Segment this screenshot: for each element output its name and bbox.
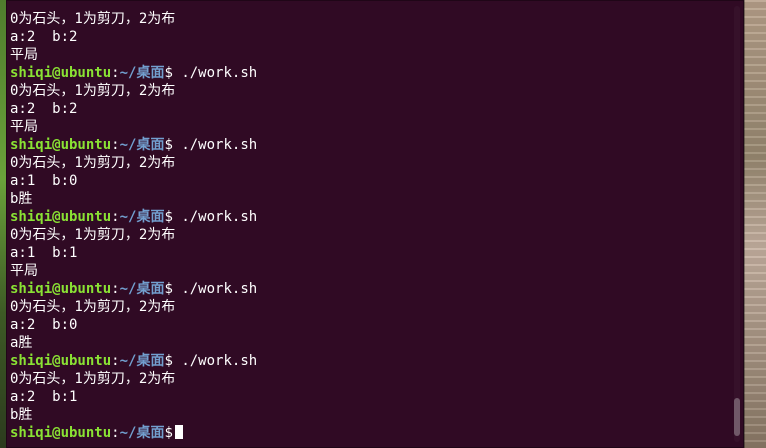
terminal-prompt-line: shiqi@ubuntu:~/桌面$ bbox=[10, 424, 730, 442]
terminal-output-text: a:2 b:0 bbox=[10, 317, 78, 333]
prompt-path: ~/桌面 bbox=[119, 281, 165, 297]
prompt-separator: : bbox=[111, 65, 120, 81]
terminal-scroll-thumb[interactable] bbox=[734, 398, 740, 436]
terminal-output-line: 平局 bbox=[10, 262, 730, 280]
terminal-output-text: 平局 bbox=[10, 263, 38, 279]
terminal-output-text: 0为石头，1为剪刀，2为布 bbox=[10, 83, 176, 99]
terminal-output-text: a:1 b:0 bbox=[10, 173, 78, 189]
prompt-dollar: $ bbox=[164, 65, 173, 81]
terminal-prompt-line: shiqi@ubuntu:~/桌面$ ./work.sh bbox=[10, 136, 730, 154]
terminal-output-text: 平局 bbox=[10, 47, 38, 63]
terminal-prompt-line: shiqi@ubuntu:~/桌面$ ./work.sh bbox=[10, 352, 730, 370]
terminal-output-line: a:2 b:2 bbox=[10, 28, 730, 46]
prompt-command: ./work.sh bbox=[172, 209, 258, 225]
terminal-output-line: a:1 b:1 bbox=[10, 244, 730, 262]
terminal-output-text: a:1 b:1 bbox=[10, 245, 78, 261]
prompt-path: ~/桌面 bbox=[119, 353, 165, 369]
prompt-path: ~/桌面 bbox=[119, 137, 165, 153]
prompt-command: ./work.sh bbox=[172, 281, 258, 297]
terminal-content[interactable]: 0为石头，1为剪刀，2为布 a:2 b:2 平局 shiqi@ubuntu:~/桌面$… bbox=[10, 10, 730, 448]
terminal-output-line: a:2 b:2 bbox=[10, 100, 730, 118]
terminal-output-text: a:2 b:2 bbox=[10, 101, 78, 117]
terminal-output-text: b胜 bbox=[10, 191, 33, 207]
prompt-dollar: $ bbox=[164, 353, 173, 369]
terminal-output-line: 0为石头，1为剪刀，2为布 bbox=[10, 154, 730, 172]
prompt-command: ./work.sh bbox=[172, 137, 258, 153]
terminal-prompt-line: shiqi@ubuntu:~/桌面$ ./work.sh bbox=[10, 208, 730, 226]
terminal-output-line: 0为石头，1为剪刀，2为布 bbox=[10, 226, 730, 244]
terminal-output-line: b胜 bbox=[10, 190, 730, 208]
prompt-dollar: $ bbox=[164, 137, 173, 153]
terminal-output-line: 0为石头，1为剪刀，2为布 bbox=[10, 10, 730, 28]
terminal-output-text: b胜 bbox=[10, 407, 33, 423]
prompt-separator: : bbox=[111, 281, 120, 297]
prompt-dollar: $ bbox=[164, 281, 173, 297]
terminal-output-line: a:1 b:0 bbox=[10, 172, 730, 190]
prompt-user: shiqi@ubuntu bbox=[10, 137, 112, 153]
terminal-output-line: 0为石头，1为剪刀，2为布 bbox=[10, 82, 730, 100]
terminal-titlebar-hint bbox=[6, 0, 744, 2]
prompt-path: ~/桌面 bbox=[119, 425, 165, 441]
terminal-output-line: b胜 bbox=[10, 406, 730, 424]
terminal-output-line: a:2 b:0 bbox=[10, 316, 730, 334]
terminal-output-text: 平局 bbox=[10, 119, 38, 135]
prompt-user: shiqi@ubuntu bbox=[10, 209, 112, 225]
terminal-output-line: 平局 bbox=[10, 46, 730, 64]
terminal-output-text: 0为石头，1为剪刀，2为布 bbox=[10, 11, 176, 27]
prompt-user: shiqi@ubuntu bbox=[10, 65, 112, 81]
terminal-scrollbar[interactable] bbox=[734, 6, 740, 442]
prompt-dollar: $ bbox=[164, 209, 173, 225]
terminal-output-text: 0为石头，1为剪刀，2为布 bbox=[10, 155, 176, 171]
terminal-output-text: 0为石头，1为剪刀，2为布 bbox=[10, 299, 176, 315]
terminal-output-line: 平局 bbox=[10, 118, 730, 136]
prompt-command: ./work.sh bbox=[172, 353, 258, 369]
prompt-path: ~/桌面 bbox=[119, 209, 165, 225]
terminal-prompt-line: shiqi@ubuntu:~/桌面$ ./work.sh bbox=[10, 64, 730, 82]
prompt-separator: : bbox=[111, 209, 120, 225]
prompt-user: shiqi@ubuntu bbox=[10, 281, 112, 297]
prompt-user: shiqi@ubuntu bbox=[10, 425, 112, 441]
terminal-output-line: a胜 bbox=[10, 334, 730, 352]
terminal-output-text: a:2 b:1 bbox=[10, 389, 78, 405]
terminal-output-line: 0为石头，1为剪刀，2为布 bbox=[10, 298, 730, 316]
terminal-cursor[interactable] bbox=[174, 425, 183, 439]
prompt-user: shiqi@ubuntu bbox=[10, 353, 112, 369]
terminal-prompt-line: shiqi@ubuntu:~/桌面$ ./work.sh bbox=[10, 280, 730, 298]
terminal-output-text: 0为石头，1为剪刀，2为布 bbox=[10, 227, 176, 243]
terminal-output-line: a:2 b:1 bbox=[10, 388, 730, 406]
prompt-path: ~/桌面 bbox=[119, 65, 165, 81]
desktop-background: 0为石头，1为剪刀，2为布 a:2 b:2 平局 shiqi@ubuntu:~/桌面$… bbox=[0, 0, 766, 448]
terminal-output-text: 0为石头，1为剪刀，2为布 bbox=[10, 371, 176, 387]
prompt-dollar: $ bbox=[164, 425, 173, 441]
terminal-output-text: a:2 b:2 bbox=[10, 29, 78, 45]
terminal-window[interactable]: 0为石头，1为剪刀，2为布 a:2 b:2 平局 shiqi@ubuntu:~/桌面$… bbox=[6, 0, 744, 448]
terminal-output-line: 0为石头，1为剪刀，2为布 bbox=[10, 370, 730, 388]
prompt-separator: : bbox=[111, 137, 120, 153]
prompt-separator: : bbox=[111, 353, 120, 369]
terminal-output-text: a胜 bbox=[10, 335, 33, 351]
prompt-separator: : bbox=[111, 425, 120, 441]
wallpaper-right-strip bbox=[744, 0, 766, 448]
prompt-command: ./work.sh bbox=[172, 65, 258, 81]
